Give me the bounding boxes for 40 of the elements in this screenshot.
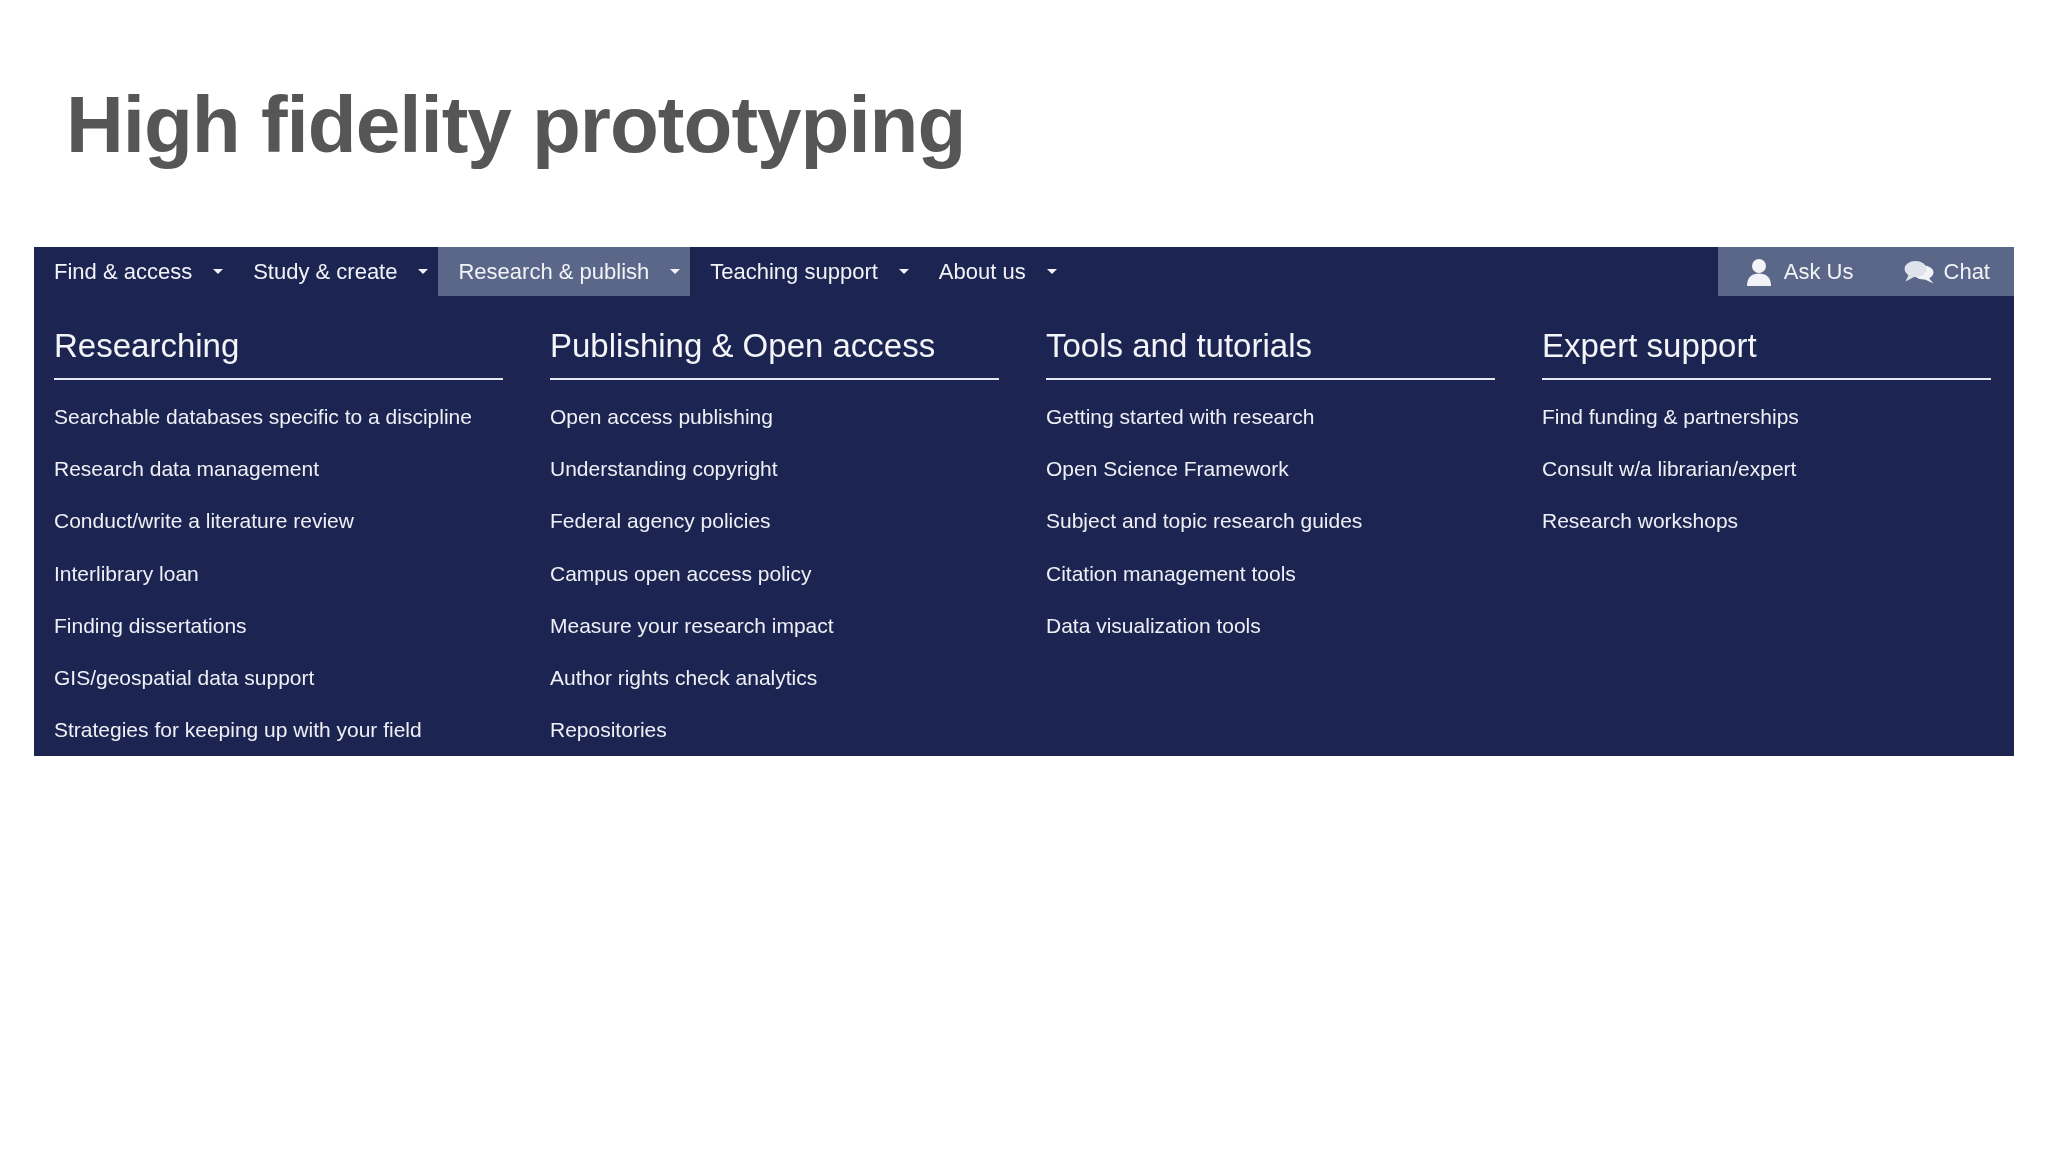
menu-link[interactable]: Understanding copyright	[550, 456, 778, 483]
speech-bubbles-icon	[1903, 259, 1934, 284]
nav-tab[interactable]: Study & create	[233, 247, 439, 296]
menu-link[interactable]: Author rights check analytics	[550, 665, 818, 692]
person-icon	[1745, 257, 1772, 286]
column-heading: Researching	[54, 327, 240, 364]
menu-link[interactable]: Open access publishing	[550, 404, 773, 431]
menu-link[interactable]: Conduct/write a literature review	[54, 508, 354, 535]
caret-icon	[418, 269, 429, 274]
menu-link[interactable]: Open Science Framework	[1046, 456, 1289, 483]
nav-tab[interactable]: Research & publish	[438, 247, 691, 296]
caret-icon	[1046, 269, 1057, 274]
menu-link[interactable]: GIS/geospatial data support	[54, 665, 315, 692]
nav-tab[interactable]: Find & access	[34, 247, 234, 296]
menu-link[interactable]: Data visualization tools	[1046, 612, 1261, 639]
menu-link[interactable]: Consult w/a librarian/expert	[1542, 456, 1797, 483]
ask-us-button[interactable]: Ask Us	[1717, 247, 1879, 296]
menu-link[interactable]: Subject and topic research guides	[1046, 508, 1363, 535]
nav-tab[interactable]: Teaching support	[690, 247, 919, 296]
caret-icon	[213, 269, 224, 274]
menu-link[interactable]: Searchable databases specific to a discipline	[54, 404, 472, 431]
menu-link[interactable]: Citation management tools	[1046, 560, 1296, 587]
menu-link[interactable]: Find funding & partnerships	[1542, 404, 1799, 431]
column-heading: Publishing & Open access	[550, 327, 936, 364]
column-heading: Expert support	[1542, 327, 1757, 364]
menu-link[interactable]: Campus open access policy	[550, 560, 812, 587]
menu-link[interactable]: Research workshops	[1542, 508, 1739, 535]
column-heading: Tools and tutorials	[1046, 327, 1312, 364]
menu-link[interactable]: Federal agency policies	[550, 508, 771, 535]
menu-link[interactable]: Finding dissertations	[54, 612, 247, 639]
menu-link[interactable]: Getting started with research	[1046, 404, 1315, 431]
nav-tab[interactable]: About us	[918, 247, 1067, 296]
menu-link[interactable]: Repositories	[550, 717, 667, 744]
menu-link[interactable]: Measure your research impact	[550, 612, 834, 639]
menu-link[interactable]: Interlibrary loan	[54, 560, 199, 587]
chat-button[interactable]: Chat	[1878, 247, 2014, 296]
caret-icon	[670, 269, 681, 274]
menu-link[interactable]: Strategies for keeping up with your field	[54, 717, 422, 744]
menu-link[interactable]: Research data management	[54, 456, 319, 483]
caret-icon	[898, 269, 909, 274]
